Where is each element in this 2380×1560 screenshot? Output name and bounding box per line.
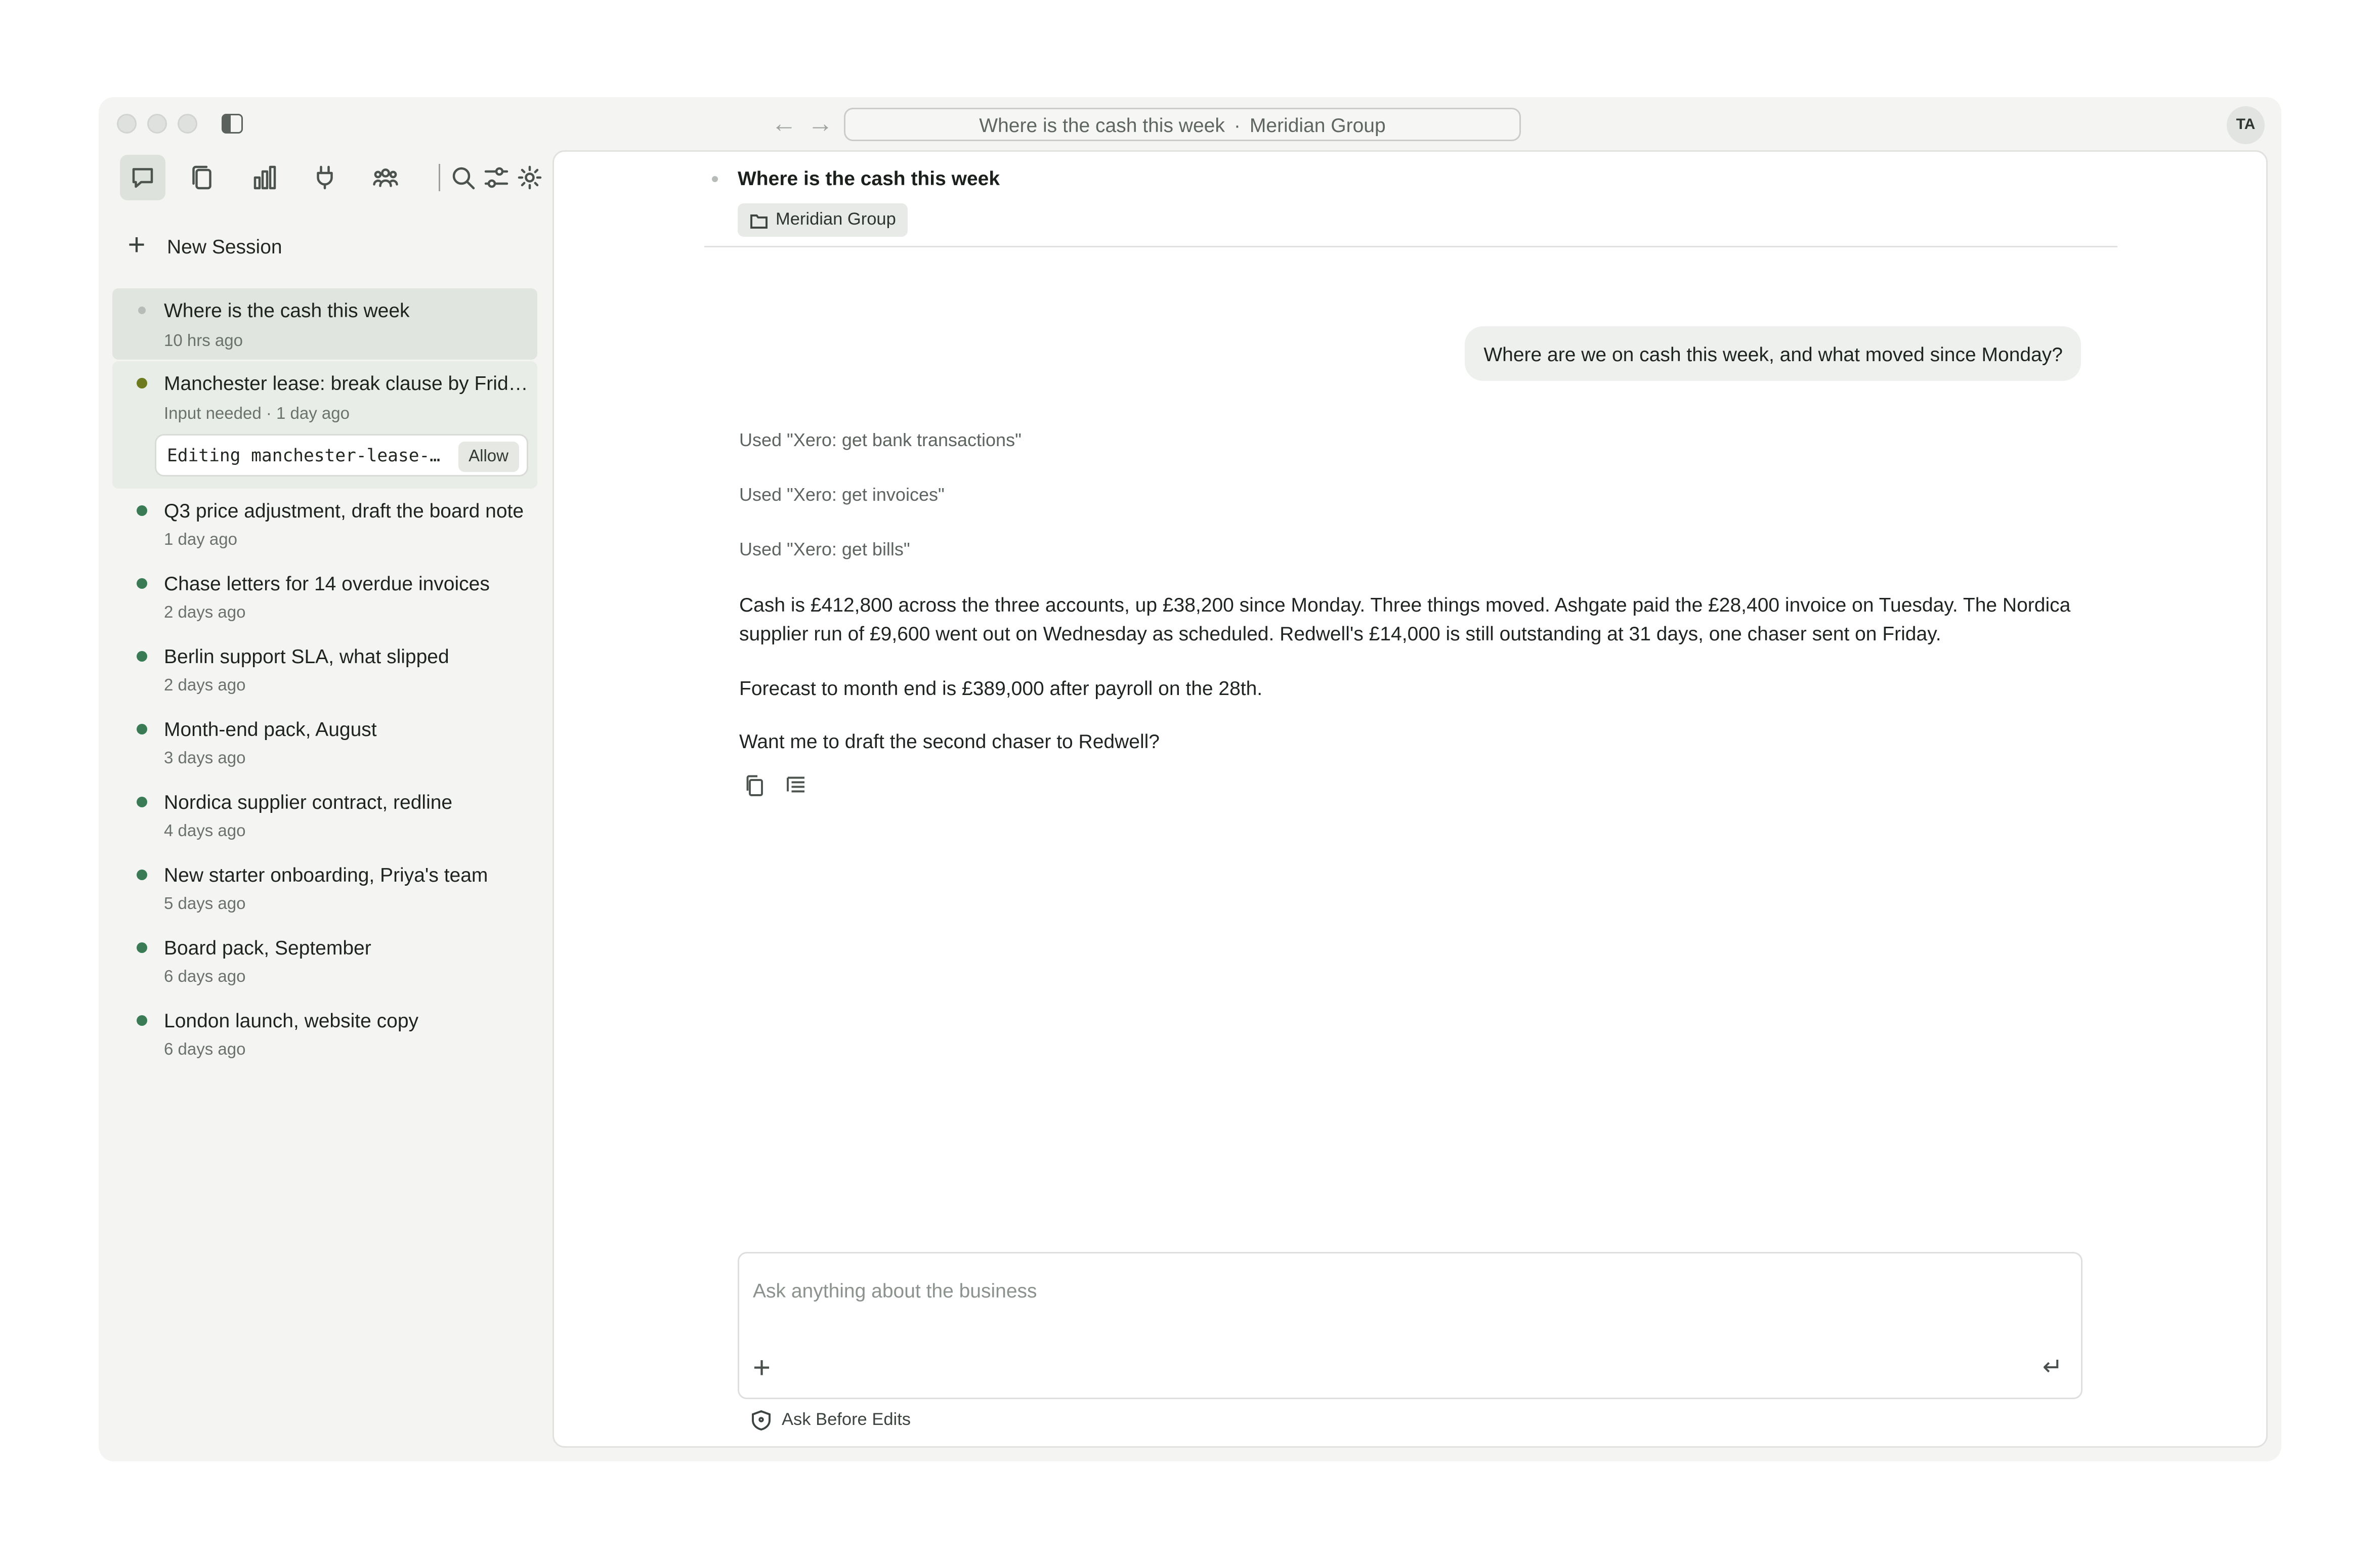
add-attachment-icon[interactable]: +: [753, 1354, 771, 1384]
page-title: Where is the cash this week: [738, 167, 1000, 190]
session-meta: 10 hrs ago: [164, 332, 243, 351]
session-item-current[interactable]: Where is the cash this week 10 hrs ago: [112, 288, 537, 360]
composer-placeholder: Ask anything about the business: [753, 1279, 1037, 1302]
session-item[interactable]: London launch, website copy 6 days ago: [112, 1000, 537, 1070]
session-title: Month-end pack, August: [164, 718, 377, 741]
address-separator: ·: [1234, 113, 1241, 136]
status-dot: [137, 378, 147, 388]
session-item[interactable]: Month-end pack, August 3 days ago: [112, 709, 537, 778]
message-composer[interactable]: Ask anything about the business + ↵: [738, 1252, 2082, 1399]
session-title: New starter onboarding, Priya's team: [164, 863, 488, 886]
plus-icon: +: [128, 229, 146, 263]
session-meta: 3 days ago: [164, 750, 246, 768]
assistant-paragraph: Cash is £412,800 across the three accoun…: [739, 593, 2071, 645]
status-dot: [137, 578, 147, 589]
session-meta: Input needed · 1 day ago: [164, 405, 350, 423]
session-item[interactable]: New starter onboarding, Priya's team 5 d…: [112, 854, 537, 924]
session-item[interactable]: Nordica supplier contract, redline 4 day…: [112, 782, 537, 851]
message-actions: [744, 774, 808, 797]
new-session-label: New Session: [167, 234, 282, 257]
chart-icon[interactable]: [241, 155, 287, 200]
session-meta: 1 day ago: [164, 531, 237, 549]
shield-icon: [752, 1410, 771, 1431]
session-title: Nordica supplier contract, redline: [164, 791, 453, 813]
status-dot: [137, 651, 147, 662]
forward-arrow-icon[interactable]: →: [808, 109, 833, 140]
session-title: Board pack, September: [164, 936, 371, 959]
session-item[interactable]: Berlin support SLA, what slipped 2 days …: [112, 636, 537, 706]
pending-edit-text: Editing manchester-lease-notes.md: [167, 445, 446, 466]
session-meta: 6 days ago: [164, 968, 246, 986]
team-icon[interactable]: [363, 155, 408, 200]
new-session-button[interactable]: + New Session: [121, 228, 282, 264]
session-meta: 6 days ago: [164, 1041, 246, 1059]
ask-before-edits-toggle[interactable]: Ask Before Edits: [751, 1410, 911, 1431]
chat-status-dot: [712, 176, 718, 182]
assistant-paragraph: Forecast to month end is £389,000 after …: [739, 677, 1263, 700]
session-title: Where is the cash this week: [164, 299, 410, 322]
session-title: Q3 price adjustment, draft the board not…: [164, 499, 524, 522]
pending-edit-approval: Editing manchester-lease-notes.md Allow: [155, 434, 528, 476]
gear-icon[interactable]: [507, 155, 552, 200]
status-dot: [138, 307, 146, 314]
session-title: Berlin support SLA, what slipped: [164, 645, 449, 668]
plug-icon[interactable]: [302, 155, 348, 200]
folder-label: Meridian Group: [776, 211, 896, 229]
allow-button[interactable]: Allow: [458, 442, 519, 472]
tool-use-entry[interactable]: Used "Xero: get invoices": [739, 484, 945, 505]
status-dot: [137, 1015, 147, 1026]
ask-before-edits-label: Ask Before Edits: [782, 1411, 911, 1429]
session-meta: 2 days ago: [164, 604, 246, 622]
status-dot: [137, 505, 147, 516]
address-title: Where is the cash this week: [979, 113, 1225, 136]
tool-use-entry[interactable]: Used "Xero: get bank transactions": [739, 429, 1022, 451]
status-dot: [137, 797, 147, 807]
tool-use-entry[interactable]: Used "Xero: get bills": [739, 539, 910, 560]
session-item[interactable]: Board pack, September 6 days ago: [112, 927, 537, 997]
session-title: London launch, website copy: [164, 1009, 419, 1032]
assistant-paragraph: Want me to draft the second chaser to Re…: [739, 730, 1160, 753]
session-item[interactable]: Chase letters for 14 overdue invoices 2 …: [112, 563, 537, 633]
folder-icon: [750, 213, 768, 228]
send-icon[interactable]: ↵: [2043, 1355, 2063, 1382]
avatar[interactable]: TA: [2227, 106, 2265, 144]
minimize-window-button[interactable]: [147, 114, 167, 134]
header-divider: [704, 246, 2117, 247]
back-arrow-icon[interactable]: ←: [771, 109, 797, 140]
outline-icon[interactable]: [785, 774, 808, 797]
address-workspace: Meridian Group: [1249, 113, 1386, 136]
status-dot: [137, 870, 147, 880]
documents-icon[interactable]: [179, 155, 225, 200]
session-meta: 2 days ago: [164, 677, 246, 695]
close-window-button[interactable]: [117, 114, 137, 134]
session-item[interactable]: Q3 price adjustment, draft the board not…: [112, 490, 537, 560]
session-meta: 5 days ago: [164, 895, 246, 914]
status-dot: [137, 724, 147, 734]
sidebar-toggle-icon[interactable]: [222, 114, 243, 134]
session-meta: 4 days ago: [164, 822, 246, 841]
zoom-window-button[interactable]: [178, 114, 197, 134]
folder-chip[interactable]: Meridian Group: [738, 203, 908, 237]
copy-icon[interactable]: [744, 774, 767, 797]
session-title: Chase letters for 14 overdue invoices: [164, 572, 490, 595]
session-title: Manchester lease: break clause by Friday: [164, 372, 528, 395]
status-dot: [137, 942, 147, 953]
user-message: Where are we on cash this week, and what…: [1465, 326, 2081, 381]
address-bar[interactable]: Where is the cash this week · Meridian G…: [844, 108, 1521, 141]
chat-icon[interactable]: [120, 155, 165, 200]
